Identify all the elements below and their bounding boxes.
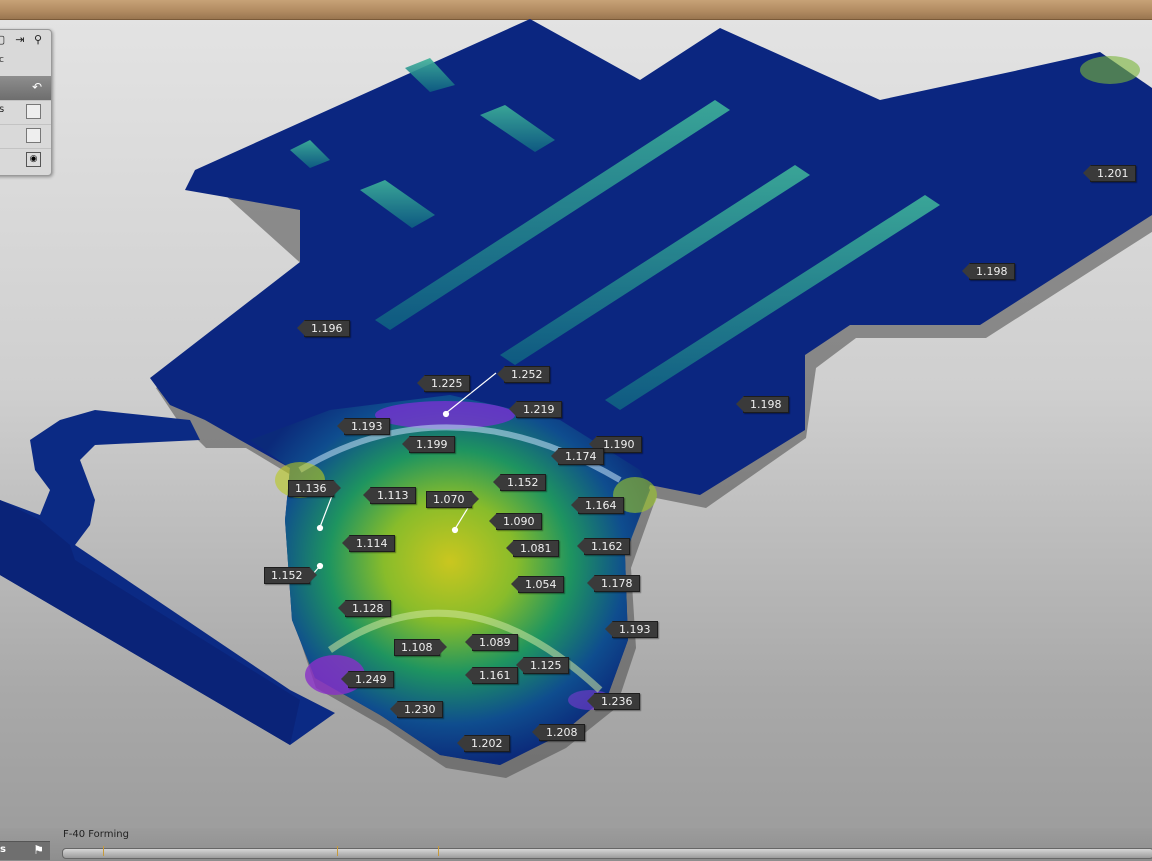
panel-row-label: s <box>0 104 5 115</box>
measurement-label[interactable]: 1.089 <box>465 634 518 651</box>
measurement-label[interactable]: 1.199 <box>402 436 455 453</box>
timeline-marker[interactable] <box>337 846 338 856</box>
title-bar <box>0 0 1152 20</box>
formed-part-render <box>0 19 1152 778</box>
measurement-label[interactable]: 1.162 <box>577 538 630 555</box>
measurement-label[interactable]: 1.136 <box>288 480 340 497</box>
measurement-label[interactable]: 1.070 <box>426 491 478 508</box>
measurement-label[interactable]: 1.202 <box>457 735 510 752</box>
measurement-label[interactable]: 1.219 <box>509 401 562 418</box>
measurement-label[interactable]: 1.164 <box>571 497 624 514</box>
flag-icon[interactable]: ⚑ <box>33 843 44 857</box>
measurement-label[interactable]: 1.128 <box>338 600 391 617</box>
dock-icon[interactable]: ⇥ <box>13 33 27 47</box>
measurement-label[interactable]: 1.178 <box>587 575 640 592</box>
measurement-label[interactable]: 1.193 <box>605 621 658 638</box>
measurement-label[interactable]: 1.201 <box>1083 165 1136 182</box>
panel-header: ↶ <box>0 76 51 100</box>
measurement-label[interactable]: 1.225 <box>417 375 470 392</box>
measurement-label[interactable]: 1.108 <box>394 639 446 656</box>
measurement-label[interactable]: 1.252 <box>497 366 550 383</box>
display-panel: ▢ ⇥ ⚲ c ↶ s ◉ <box>0 29 52 176</box>
measurement-label[interactable]: 1.152 <box>264 567 316 584</box>
3d-viewport[interactable] <box>0 19 1152 839</box>
measurement-label[interactable]: 1.249 <box>341 671 394 688</box>
panel-row: ◉ <box>0 148 51 171</box>
measurement-label[interactable]: 1.208 <box>532 724 585 741</box>
measurement-label[interactable]: 1.174 <box>551 448 604 465</box>
measurement-label[interactable]: 1.113 <box>363 487 416 504</box>
measurement-label[interactable]: 1.236 <box>587 693 640 710</box>
bottom-tab-label: s <box>0 844 6 855</box>
measurement-label[interactable]: 1.054 <box>511 576 564 593</box>
measurement-label[interactable]: 1.161 <box>465 667 518 684</box>
panel-subtitle: c <box>0 55 4 65</box>
eye-icon[interactable]: ◉ <box>26 152 41 167</box>
panel-row: s <box>0 100 51 123</box>
timeline-marker[interactable] <box>438 846 439 856</box>
panel-checkbox[interactable] <box>26 128 41 143</box>
measurement-label[interactable]: 1.081 <box>506 540 559 557</box>
undo-icon[interactable]: ↶ <box>29 79 45 95</box>
panel-row <box>0 124 51 147</box>
measurement-label[interactable]: 1.230 <box>390 701 443 718</box>
timeline-marker[interactable] <box>103 846 104 856</box>
measurement-label[interactable]: 1.193 <box>337 418 390 435</box>
timeline-slider[interactable] <box>62 846 1152 859</box>
measurement-label[interactable]: 1.090 <box>489 513 542 530</box>
pin-icon[interactable]: ⚲ <box>31 33 45 47</box>
measurement-label[interactable]: 1.196 <box>297 320 350 337</box>
bottom-panel-tab[interactable]: s ⚑ <box>0 841 50 860</box>
panel-checkbox[interactable] <box>26 104 41 119</box>
measurement-label[interactable]: 1.198 <box>736 396 789 413</box>
measurement-label[interactable]: 1.125 <box>516 657 569 674</box>
stage-label: F-40 Forming <box>63 829 129 840</box>
panel-toolbar: ▢ ⇥ ⚲ <box>0 32 51 50</box>
sheet-blank <box>150 19 1152 765</box>
measurement-label[interactable]: 1.198 <box>962 263 1015 280</box>
window-icon[interactable]: ▢ <box>0 33 7 47</box>
measurement-label[interactable]: 1.114 <box>342 535 395 552</box>
measurement-label[interactable]: 1.152 <box>493 474 546 491</box>
